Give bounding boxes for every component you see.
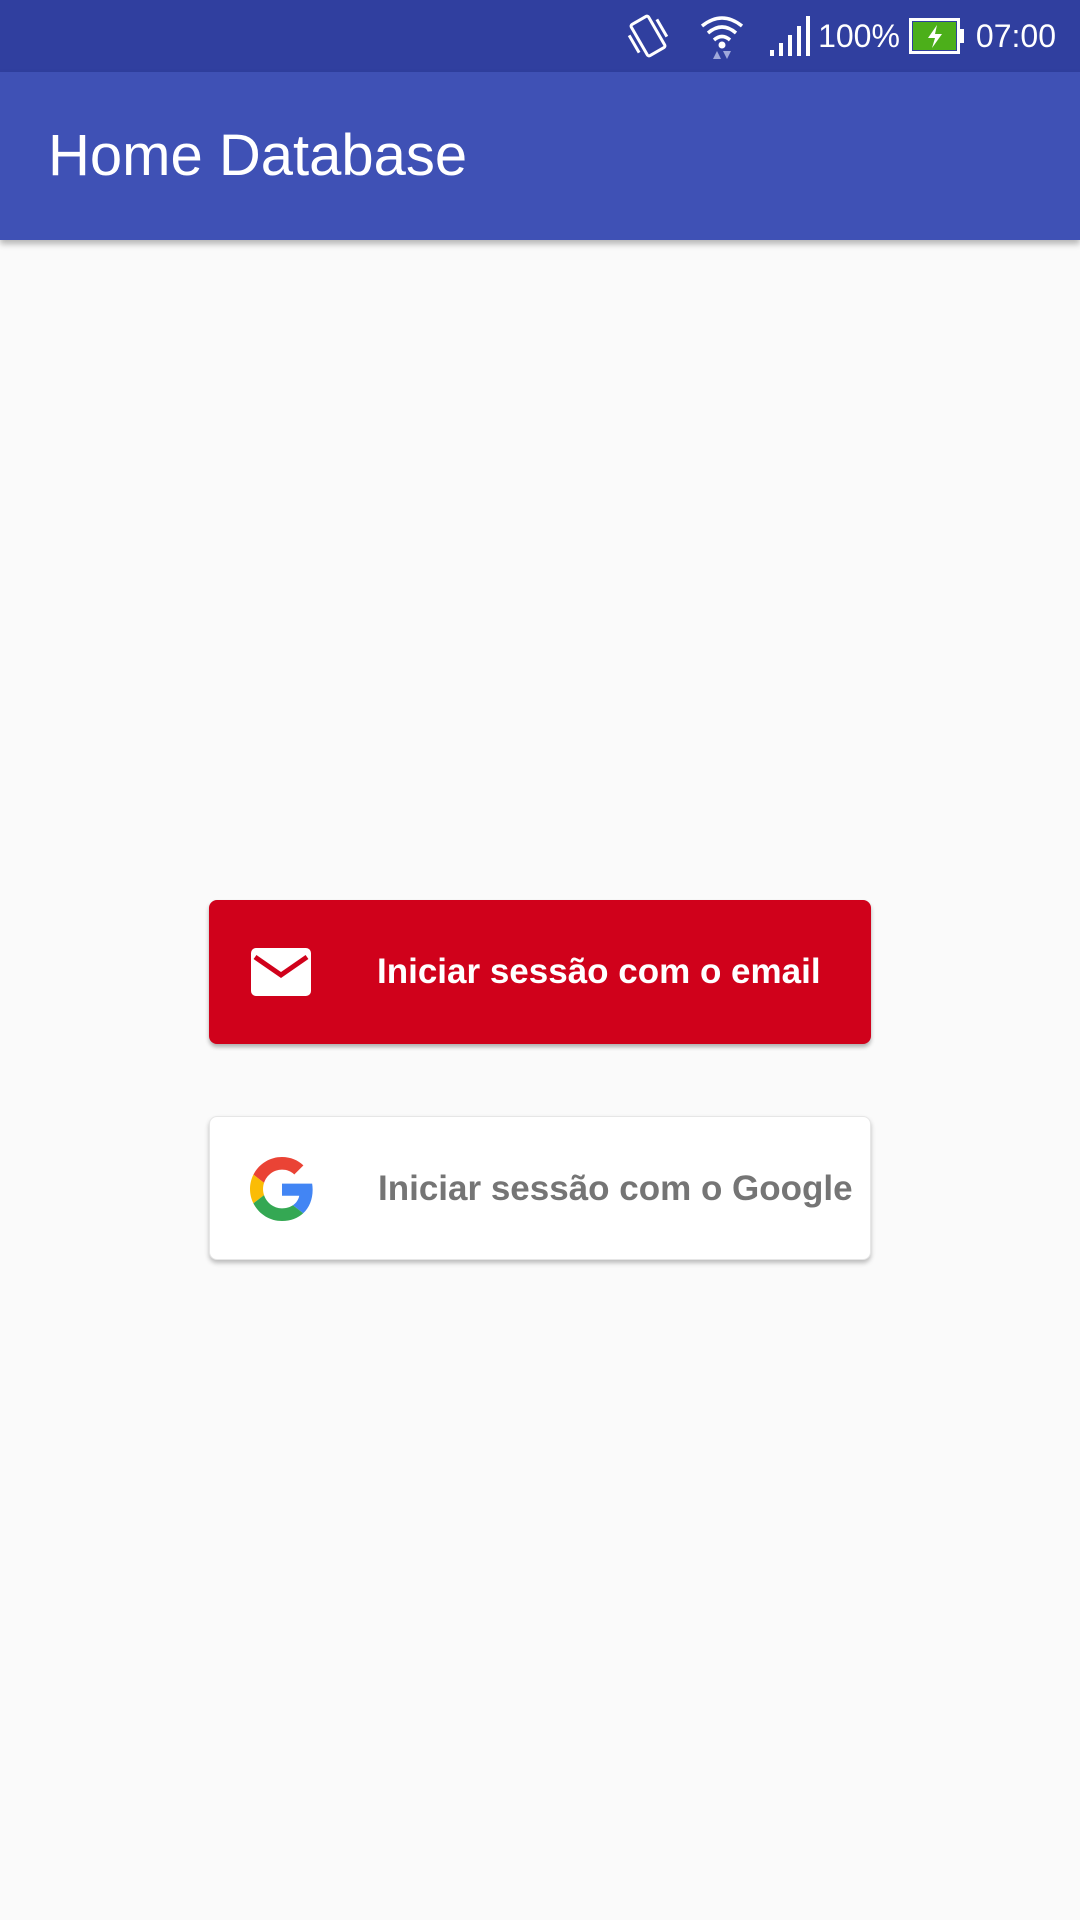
vibrate-icon: [622, 10, 674, 62]
status-icons: 100% 07:00: [622, 0, 1056, 72]
battery-percent: 100%: [818, 17, 900, 54]
google-logo-icon: [250, 1157, 314, 1221]
mail-icon: [249, 940, 313, 1004]
app-title: Home Database: [48, 123, 468, 188]
battery-charging-icon: [908, 10, 966, 62]
google-sign-in-label: Iniciar sessão com o Google: [378, 1169, 853, 1208]
app-bar: Home Database: [0, 72, 1080, 240]
google-sign-in-button[interactable]: Iniciar sessão com o Google: [209, 1116, 871, 1260]
email-sign-in-label: Iniciar sessão com o email: [377, 952, 821, 991]
clock: 07:00: [975, 17, 1056, 54]
signal-icon: [768, 10, 812, 62]
status-bar: 100% 07:00: [0, 0, 1080, 72]
wifi-icon: [698, 10, 746, 62]
email-sign-in-button[interactable]: Iniciar sessão com o email: [209, 900, 871, 1044]
